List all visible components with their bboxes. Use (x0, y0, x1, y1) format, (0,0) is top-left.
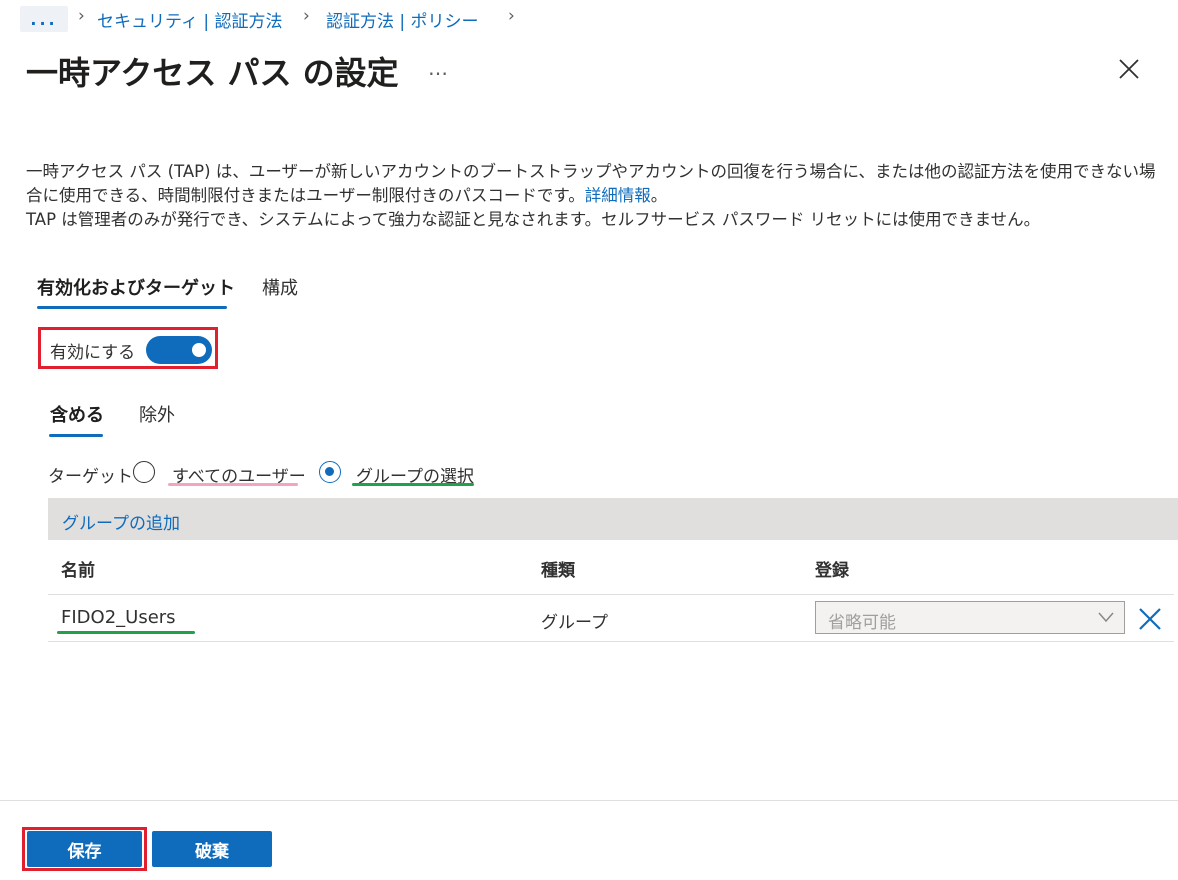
close-icon[interactable] (1118, 58, 1140, 80)
tab-exclude[interactable]: 除外 (139, 401, 175, 427)
green-underline-mark (352, 483, 474, 486)
table-divider (48, 641, 1174, 642)
page-title: 一時アクセス パス の設定 (26, 54, 399, 92)
table-divider (48, 594, 1174, 595)
discard-button[interactable]: 破棄 (152, 831, 272, 867)
breadcrumb-item-policy[interactable]: 認証方法 | ポリシー (326, 7, 479, 32)
registration-select[interactable]: 省略可能 (815, 601, 1125, 634)
description: 一時アクセス パス (TAP) は、ユーザーが新しいアカウントのブートストラップ… (26, 160, 1156, 232)
learn-more-link[interactable]: 詳細情報 (585, 186, 651, 205)
radio-all-users[interactable] (133, 461, 155, 483)
enable-label: 有効にする (50, 343, 136, 363)
group-type-cell: グループ (541, 613, 608, 633)
radio-selected-dot (325, 467, 334, 476)
breadcrumb-item-security[interactable]: セキュリティ | 認証方法 (97, 7, 283, 32)
enable-toggle[interactable] (146, 336, 212, 364)
save-button[interactable]: 保存 (27, 831, 142, 867)
breadcrumb-separator-icon: › (78, 6, 85, 26)
pink-underline-mark (168, 483, 298, 486)
toggle-knob (192, 343, 206, 357)
subtab-active-indicator (49, 434, 103, 437)
breadcrumb-separator-icon: › (508, 6, 515, 26)
add-group-link[interactable]: グループの追加 (62, 509, 180, 534)
description-text-end: 。 (650, 186, 668, 205)
chevron-down-icon (1098, 612, 1114, 623)
column-header-name: 名前 (61, 561, 95, 581)
tab-enable-target[interactable]: 有効化およびターゲット (37, 274, 235, 300)
description-text-2: TAP は管理者のみが発行でき、システムによって強力な認証と見なされます。セルフ… (26, 210, 1041, 229)
tab-configure[interactable]: 構成 (262, 274, 298, 300)
green-underline-mark (57, 631, 195, 634)
add-group-bar (48, 498, 1178, 540)
group-name-cell: FIDO2_Users (61, 607, 176, 628)
tab-include[interactable]: 含める (50, 401, 104, 427)
footer-divider (0, 800, 1178, 801)
more-options-button[interactable]: … (428, 56, 448, 80)
column-header-registration: 登録 (815, 561, 849, 581)
breadcrumb-more-button[interactable]: ... (20, 6, 68, 32)
tab-active-indicator (37, 306, 227, 309)
registration-select-value: 省略可能 (828, 613, 896, 633)
column-header-type: 種類 (541, 561, 575, 581)
radio-select-group[interactable] (319, 461, 341, 483)
target-label: ターゲット (48, 467, 133, 487)
remove-icon[interactable] (1138, 607, 1162, 631)
breadcrumb-separator-icon: › (303, 6, 310, 26)
